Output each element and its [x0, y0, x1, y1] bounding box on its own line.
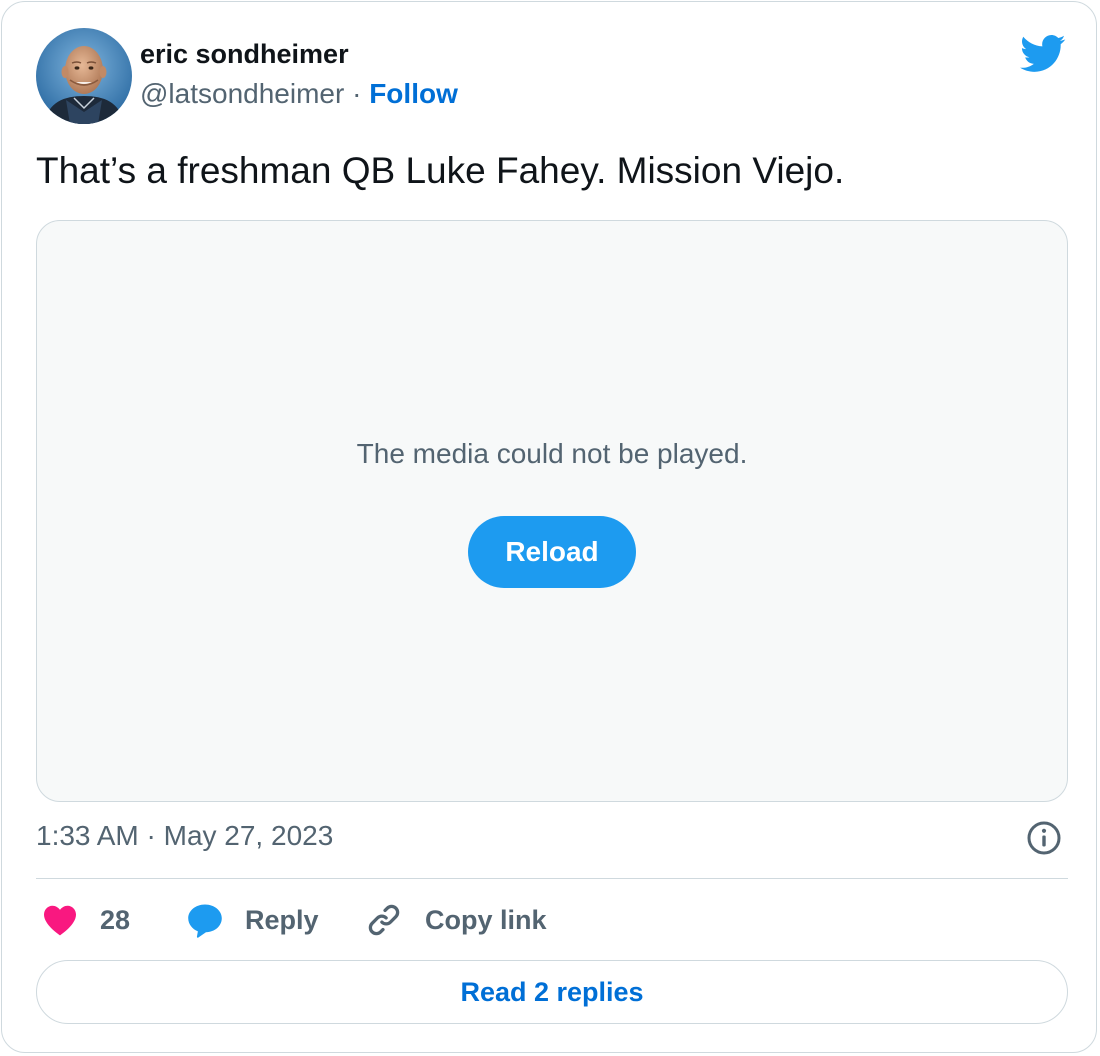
tweet-embed-card: eric sondheimer @latsondheimer · Follow … — [1, 1, 1097, 1053]
handle-separator: · — [352, 78, 362, 109]
author-handle-line: @latsondheimer · Follow — [140, 77, 458, 111]
copy-link-label: Copy link — [425, 905, 547, 935]
read-replies-button[interactable]: Read 2 replies — [36, 960, 1068, 1024]
media-error-message: The media could not be played. — [356, 438, 748, 469]
media-container: The media could not be played. Reload — [36, 220, 1068, 802]
follow-link[interactable]: Follow — [369, 78, 458, 109]
speech-bubble-icon — [188, 904, 222, 938]
reply-button[interactable]: Reply — [186, 898, 319, 942]
link-icon — [368, 904, 400, 936]
divider — [36, 878, 1068, 879]
twitter-bird-icon[interactable] — [1020, 34, 1066, 74]
tweet-timestamp[interactable]: 1:33 AM · May 27, 2023 — [36, 819, 333, 853]
avatar[interactable] — [36, 28, 132, 124]
reply-label: Reply — [245, 905, 319, 935]
author-display-name[interactable]: eric sondheimer — [140, 38, 349, 70]
heart-icon — [44, 905, 76, 936]
reload-button[interactable]: Reload — [468, 516, 636, 588]
copy-link-button[interactable]: Copy link — [366, 898, 547, 942]
avatar-photo — [36, 28, 132, 124]
info-icon[interactable] — [1026, 820, 1062, 856]
tweet-text: That’s a freshman QB Luke Fahey. Mission… — [36, 150, 845, 191]
like-button[interactable]: 28 — [42, 898, 130, 942]
author-handle[interactable]: @latsondheimer — [140, 78, 344, 109]
like-count: 28 — [100, 905, 131, 935]
